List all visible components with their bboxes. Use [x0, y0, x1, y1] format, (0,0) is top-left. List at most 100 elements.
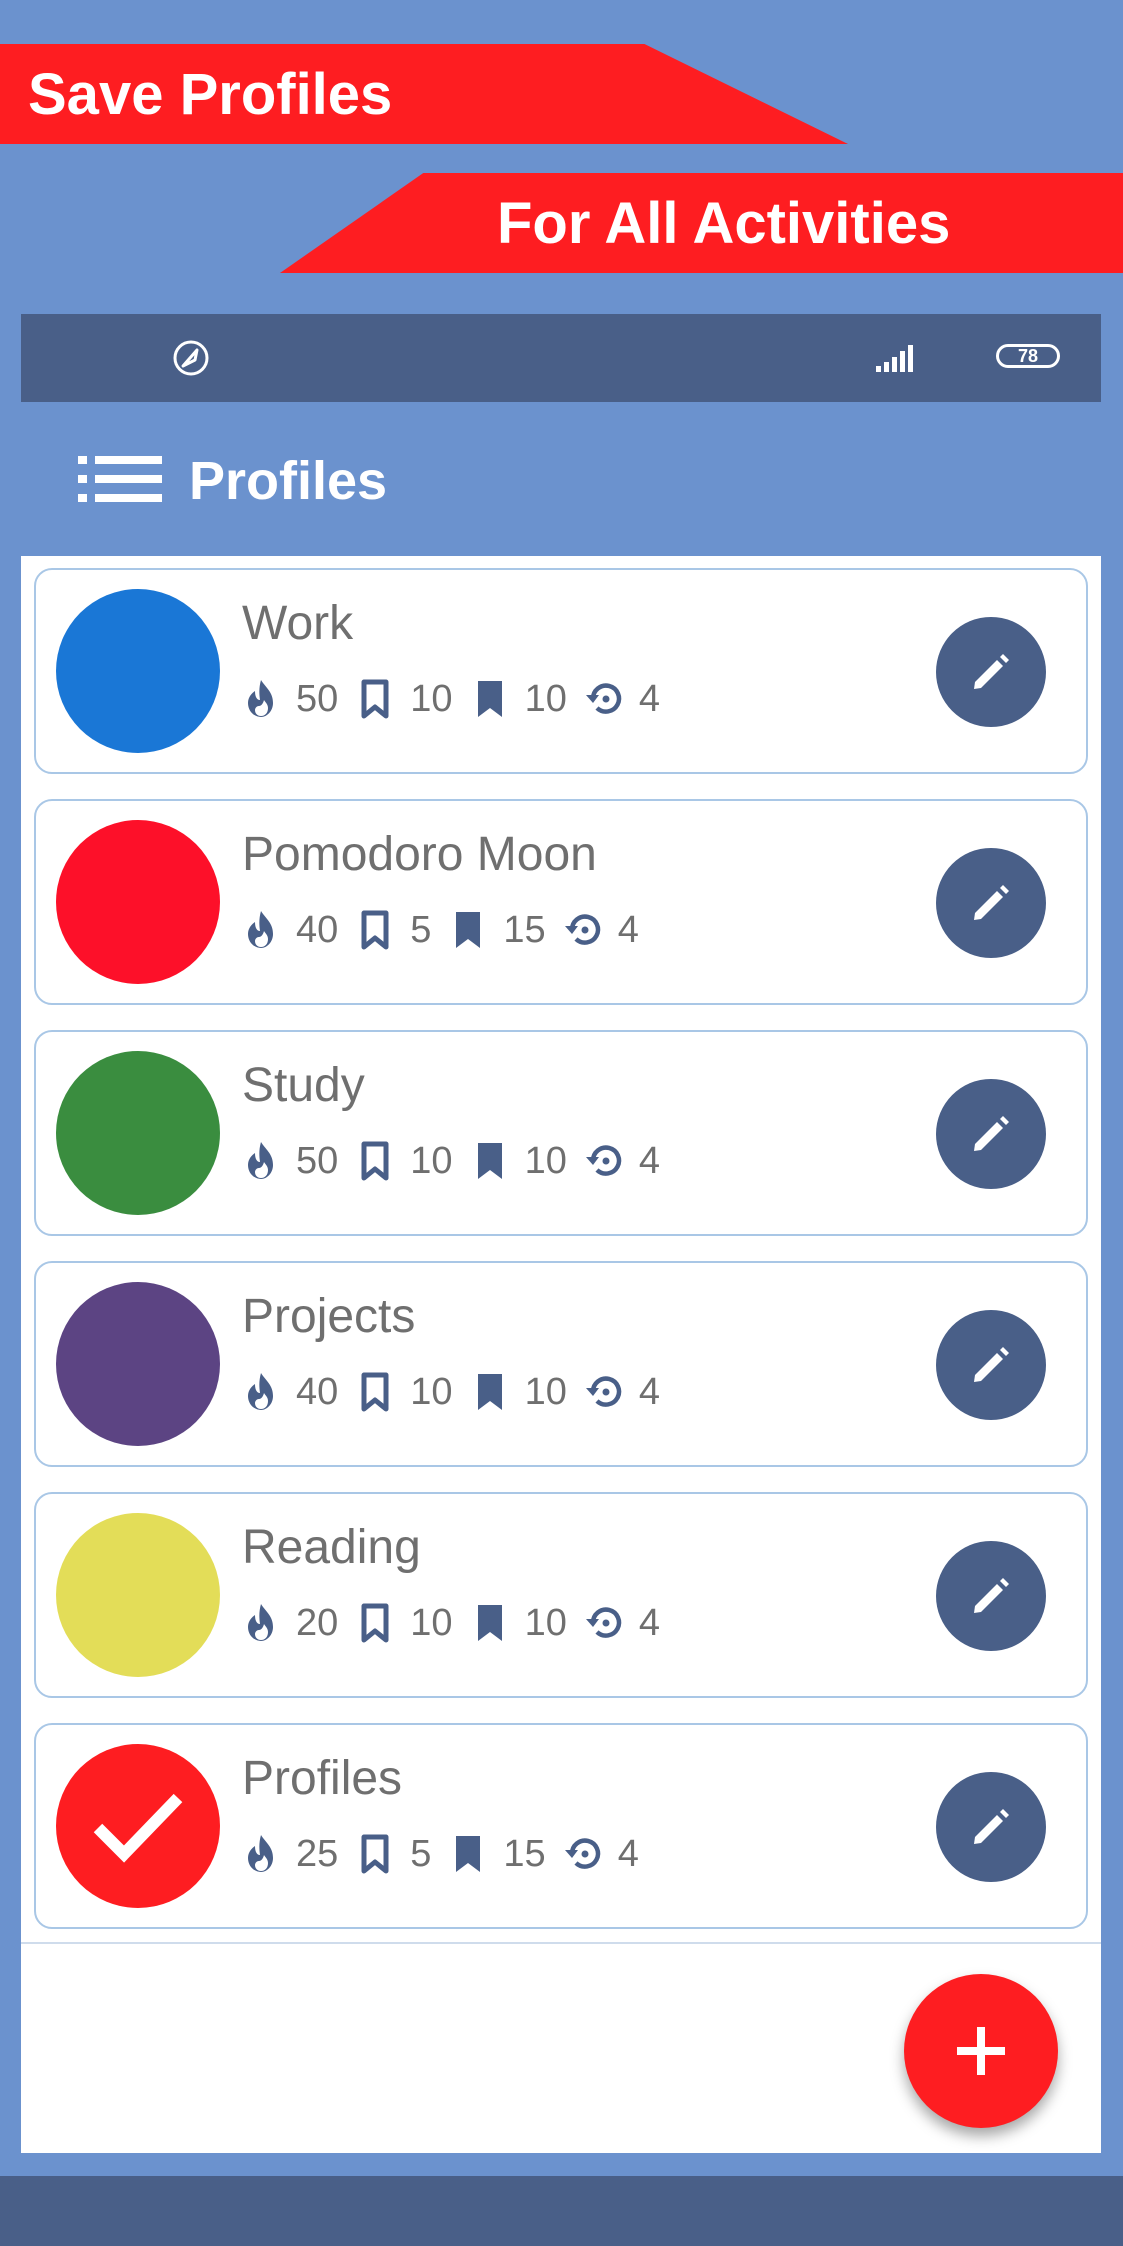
- profile-stats: 40 10 10 4: [242, 1367, 660, 1417]
- profile-color-avatar[interactable]: [56, 820, 220, 984]
- profile-color-avatar[interactable]: [56, 1282, 220, 1446]
- bookmark-outline-icon: [361, 1372, 389, 1412]
- short-break-minutes: 5: [410, 908, 432, 951]
- flame-icon: [248, 1142, 273, 1179]
- focus-minutes: 50: [296, 1139, 339, 1182]
- profile-card[interactable]: Work 50 10 10 4: [34, 568, 1088, 774]
- edit-profile-button[interactable]: [936, 617, 1046, 727]
- rounds-count: 4: [638, 677, 660, 720]
- flame-icon: [248, 1604, 273, 1641]
- battery-level: 78: [1017, 345, 1039, 366]
- profiles-list: Work 50 10 10 4 Pomodoro Moon 40 5 15 4 …: [21, 556, 1101, 2153]
- bookmark-outline-icon: [361, 910, 389, 950]
- repeat-icon: [585, 683, 622, 714]
- focus-minutes: 50: [296, 677, 339, 720]
- repeat-icon: [564, 914, 600, 945]
- short-break-minutes: 10: [410, 1139, 453, 1182]
- profile-card[interactable]: Reading 20 10 10 4: [34, 1492, 1088, 1698]
- long-break-minutes: 10: [524, 1370, 567, 1413]
- bottom-nav-bar: [0, 2176, 1123, 2246]
- edit-profile-button[interactable]: [936, 1772, 1046, 1882]
- focus-minutes: 40: [296, 1370, 339, 1413]
- profile-color-avatar[interactable]: [56, 1513, 220, 1677]
- profile-name: Study: [242, 1059, 365, 1112]
- status-bar: 78: [21, 314, 1101, 402]
- profile-stats: 25 5 15 4: [242, 1829, 639, 1879]
- profile-color-avatar[interactable]: [56, 589, 220, 753]
- bookmark-filled-icon: [477, 1143, 502, 1179]
- signal-icon: [876, 345, 913, 372]
- bookmark-outline-icon: [361, 1141, 389, 1181]
- rounds-count: 4: [638, 1139, 660, 1182]
- long-break-minutes: 10: [524, 1139, 567, 1182]
- flame-icon: [248, 1373, 273, 1410]
- long-break-minutes: 10: [524, 1601, 567, 1644]
- repeat-icon: [585, 1376, 622, 1407]
- edit-profile-button[interactable]: [936, 848, 1046, 958]
- long-break-minutes: 15: [503, 908, 546, 951]
- short-break-minutes: 5: [410, 1832, 432, 1875]
- profile-color-avatar[interactable]: [56, 1051, 220, 1215]
- repeat-icon: [585, 1145, 622, 1176]
- short-break-minutes: 10: [410, 677, 453, 720]
- bookmark-outline-icon: [361, 1603, 389, 1643]
- edit-pencil-icon: [974, 1578, 1009, 1613]
- focus-minutes: 20: [296, 1601, 339, 1644]
- profile-stats: 20 10 10 4: [242, 1598, 660, 1648]
- bookmark-filled-icon: [477, 1374, 502, 1410]
- profile-card[interactable]: Study 50 10 10 4: [34, 1030, 1088, 1236]
- edit-pencil-icon: [974, 1347, 1009, 1382]
- promo-banner-top: Save Profiles: [0, 44, 848, 144]
- flame-icon: [248, 680, 273, 717]
- profile-color-avatar[interactable]: [56, 1744, 220, 1908]
- promo-banner-bottom-text: For All Activities: [497, 190, 951, 256]
- profile-stats: 40 5 15 4: [242, 905, 639, 955]
- edit-pencil-icon: [974, 1116, 1009, 1151]
- flame-icon: [248, 1835, 273, 1872]
- page-title: Profiles: [189, 451, 388, 511]
- bookmark-outline-icon: [361, 679, 389, 719]
- profile-card[interactable]: Profiles 25 5 15 4: [34, 1723, 1088, 1929]
- bookmark-filled-icon: [456, 1836, 481, 1872]
- rounds-count: 4: [617, 908, 639, 951]
- rounds-count: 4: [638, 1601, 660, 1644]
- add-profile-button[interactable]: [904, 1974, 1058, 2128]
- bookmark-filled-icon: [456, 912, 481, 948]
- long-break-minutes: 10: [524, 677, 567, 720]
- edit-pencil-icon: [974, 654, 1009, 689]
- short-break-minutes: 10: [410, 1601, 453, 1644]
- rounds-count: 4: [617, 1832, 639, 1875]
- edit-profile-button[interactable]: [936, 1310, 1046, 1420]
- profile-name: Work: [242, 597, 354, 650]
- edit-pencil-icon: [974, 1809, 1009, 1844]
- list-menu-icon[interactable]: [78, 454, 162, 504]
- plus-icon: [957, 2027, 1005, 2075]
- focus-minutes: 40: [296, 908, 339, 951]
- battery-indicator: 78: [996, 344, 1060, 368]
- edit-profile-button[interactable]: [936, 1079, 1046, 1189]
- edit-profile-button[interactable]: [936, 1541, 1046, 1651]
- list-divider: [21, 1942, 1101, 1944]
- bookmark-filled-icon: [477, 681, 502, 717]
- edit-pencil-icon: [974, 885, 1009, 920]
- short-break-minutes: 10: [410, 1370, 453, 1413]
- profile-stats: 50 10 10 4: [242, 674, 660, 724]
- repeat-icon: [585, 1607, 622, 1638]
- profile-name: Profiles: [242, 1752, 403, 1805]
- profile-card[interactable]: Pomodoro Moon 40 5 15 4: [34, 799, 1088, 1005]
- promo-banner-bottom: For All Activities: [280, 173, 1123, 273]
- bookmark-filled-icon: [477, 1605, 502, 1641]
- profile-card[interactable]: Projects 40 10 10 4: [34, 1261, 1088, 1467]
- bookmark-outline-icon: [361, 1834, 389, 1874]
- checkmark-icon: [93, 1793, 183, 1863]
- profile-name: Pomodoro Moon: [242, 828, 597, 881]
- repeat-icon: [564, 1838, 600, 1869]
- app-bar: Profiles: [21, 402, 1101, 556]
- flame-icon: [248, 911, 273, 948]
- long-break-minutes: 15: [503, 1832, 546, 1875]
- promo-banner-top-text: Save Profiles: [28, 61, 393, 127]
- profile-stats: 50 10 10 4: [242, 1136, 660, 1186]
- rounds-count: 4: [638, 1370, 660, 1413]
- focus-minutes: 25: [296, 1832, 339, 1875]
- rocket-icon: [173, 340, 209, 376]
